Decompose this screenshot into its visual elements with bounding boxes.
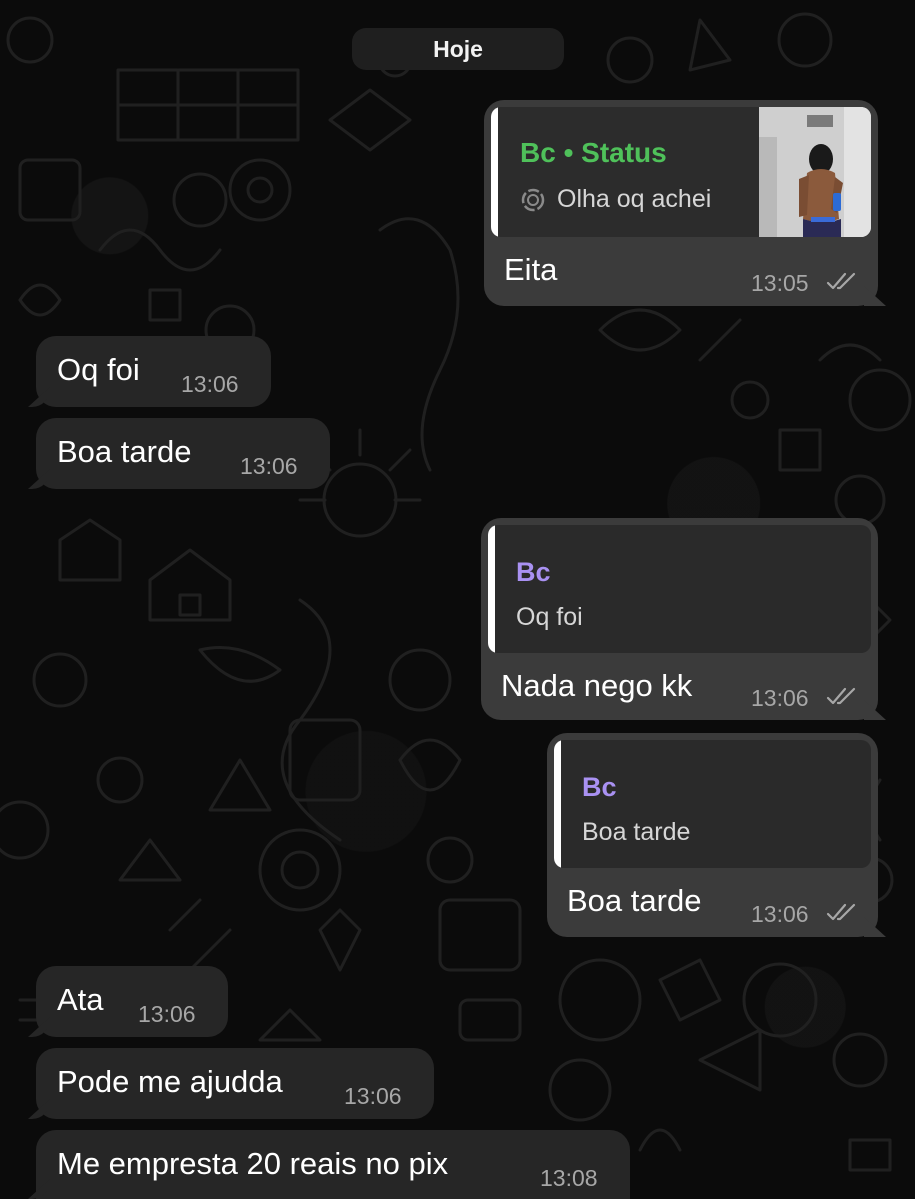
message-text: Boa tarde bbox=[57, 434, 192, 469]
message-text: Pode me ajudda bbox=[57, 1064, 283, 1099]
quote-sender: Bc bbox=[516, 557, 551, 587]
message-incoming[interactable]: Pode me ajudda 13:06 bbox=[36, 1048, 434, 1119]
status-ring-icon bbox=[521, 188, 545, 212]
message-outgoing[interactable]: Bc Boa tarde Boa tarde 13:06 bbox=[547, 733, 878, 937]
status-reply-quote[interactable]: Bc • Status Olha oq achei bbox=[491, 107, 871, 237]
message-incoming[interactable]: Ata 13:06 bbox=[36, 966, 228, 1037]
message-outgoing[interactable]: Bc Oq foi Nada nego kk 13:06 bbox=[481, 518, 878, 720]
status-photo bbox=[759, 107, 871, 237]
message-time: 13:06 bbox=[751, 685, 809, 711]
message-time: 13:06 bbox=[240, 453, 298, 479]
message-time: 13:06 bbox=[181, 371, 239, 397]
chat-view[interactable]: Hoje Bc • Status Olha oq achei Eita 13:0… bbox=[0, 0, 915, 1199]
double-check-icon bbox=[826, 687, 856, 705]
message-time: 13:08 bbox=[540, 1165, 598, 1191]
message-text: Nada nego kk bbox=[501, 668, 693, 703]
double-check-icon bbox=[826, 272, 856, 290]
message-text: Oq foi bbox=[57, 352, 140, 387]
reply-quote[interactable]: Bc Boa tarde bbox=[554, 740, 871, 868]
message-incoming[interactable]: Oq foi 13:06 bbox=[36, 336, 271, 407]
quote-sender: Bc bbox=[582, 772, 617, 802]
message-text: Eita bbox=[504, 252, 558, 287]
quote-text: Olha oq achei bbox=[557, 185, 712, 213]
quote-bar bbox=[491, 107, 498, 237]
quote-bar bbox=[488, 525, 495, 653]
quote-bar bbox=[554, 740, 561, 868]
double-check-icon bbox=[826, 903, 856, 921]
message-time: 13:05 bbox=[751, 270, 809, 296]
message-time: 13:06 bbox=[344, 1083, 402, 1109]
message-time: 13:06 bbox=[138, 1001, 196, 1027]
message-text: Me empresta 20 reais no pix bbox=[57, 1146, 449, 1181]
message-outgoing[interactable]: Bc • Status Olha oq achei Eita 13:05 bbox=[484, 100, 878, 306]
message-incoming[interactable]: Me empresta 20 reais no pix 13:08 bbox=[36, 1130, 630, 1199]
message-incoming[interactable]: Boa tarde 13:06 bbox=[36, 418, 330, 489]
message-text: Boa tarde bbox=[567, 883, 702, 918]
quote-sender: Bc • Status bbox=[520, 137, 667, 168]
date-separator: Hoje bbox=[352, 28, 564, 70]
date-label: Hoje bbox=[433, 35, 483, 62]
quote-text: Oq foi bbox=[516, 603, 583, 631]
message-time: 13:06 bbox=[751, 901, 809, 927]
quote-text: Boa tarde bbox=[582, 818, 691, 846]
reply-quote[interactable]: Bc Oq foi bbox=[488, 525, 871, 653]
message-text: Ata bbox=[57, 982, 104, 1017]
